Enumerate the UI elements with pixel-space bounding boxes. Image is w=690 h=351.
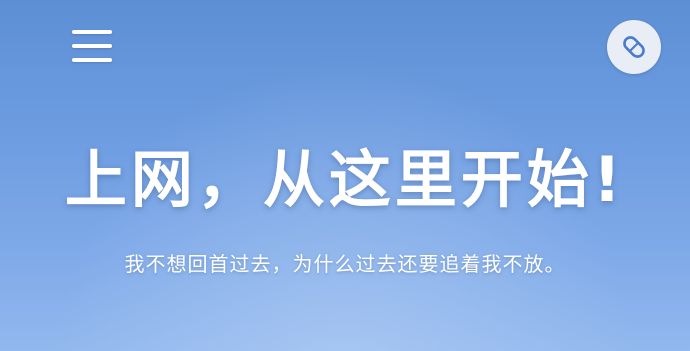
hamburger-menu-icon [72,28,112,64]
compass-button[interactable] [607,20,661,74]
menu-line [72,44,112,48]
menu-button[interactable] [60,20,124,72]
menu-line [72,58,112,62]
compass-icon [623,36,645,58]
page-subtitle: 我不想回首过去，为什么过去还要追着我不放。 [124,252,566,276]
menu-line [72,30,112,34]
page-title: 上网，从这里开始! [64,143,626,216]
